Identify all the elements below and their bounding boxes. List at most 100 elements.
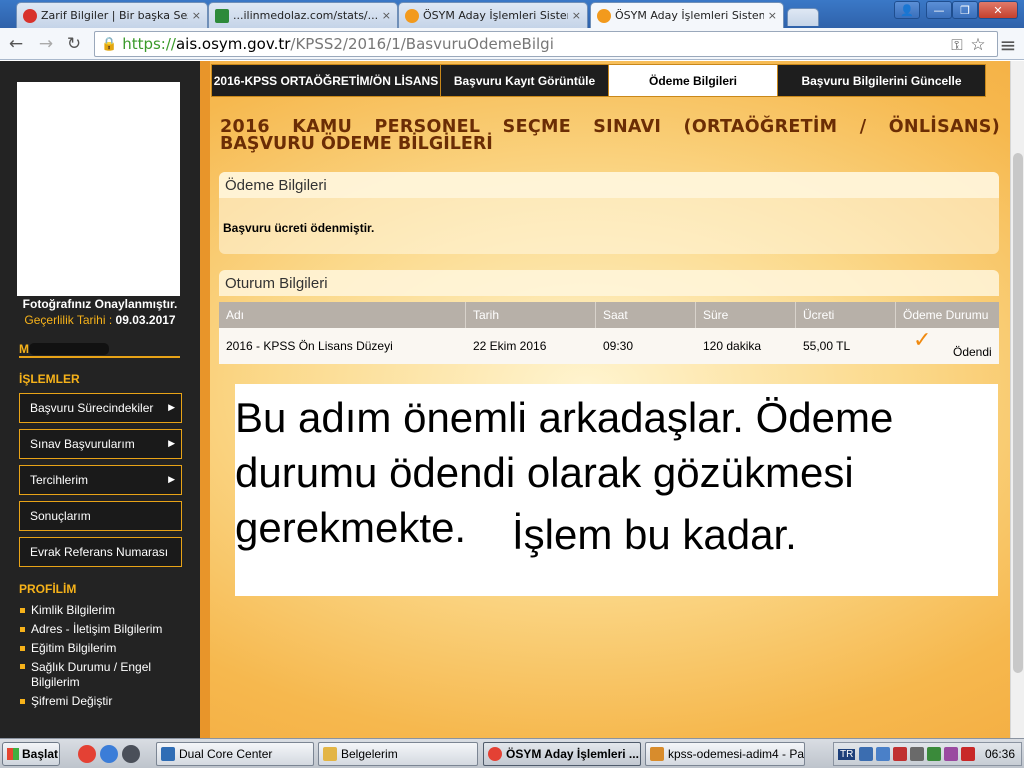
session-table: Adı Tarih Saat Süre Ücreti Ödeme Durumu … — [219, 302, 999, 364]
profil-heading: PROFİLİM — [19, 582, 77, 596]
url-scheme: https:// — [122, 35, 176, 53]
menu-sonuclarim[interactable]: Sonuçlarım — [19, 501, 182, 531]
chrome-icon[interactable] — [78, 745, 96, 763]
menu-evrak-referans-numarasi[interactable]: Evrak Referans Numarası — [19, 537, 182, 567]
payment-message: Başvuru ücreti ödenmiştir. — [223, 221, 375, 235]
profile-link-label: Şifremi Değiştir — [31, 694, 113, 708]
tab-title: ÖSYM Aday İşlemleri Sistemi — [423, 9, 568, 22]
taskbar-item-belgelerim[interactable]: Belgelerim — [318, 742, 478, 766]
back-button[interactable]: ← — [4, 32, 28, 56]
tray-icon[interactable] — [944, 747, 959, 761]
clock[interactable]: 06:36 — [985, 747, 1015, 761]
profile-photo — [17, 82, 180, 296]
profile-link-adres[interactable]: Adres - İletişim Bilgilerim — [19, 622, 194, 636]
cell-status: Ödendi — [953, 345, 992, 359]
profile-link-sifre[interactable]: Şifremi Değiştir — [19, 694, 189, 708]
url-host: ais.osym.gov.tr — [175, 35, 291, 53]
note-line: durumu ödendi olarak gözükmesi — [235, 449, 854, 496]
tray-icon[interactable] — [859, 747, 874, 761]
tab-close-icon[interactable]: × — [572, 9, 581, 22]
sidebar: Fotoğrafınız Onaylanmıştır. Geçerlilik T… — [0, 61, 200, 738]
tab-odeme-bilgileri[interactable]: Ödeme Bilgileri — [609, 65, 778, 96]
address-bar[interactable]: 🔒 https://ais.osym.gov.tr/KPSS2/2016/1/B… — [94, 31, 998, 57]
photo-status: Fotoğrafınız Onaylanmıştır. — [22, 297, 178, 311]
bullet-icon — [20, 627, 25, 632]
bookmark-star-icon[interactable]: ☆ — [966, 33, 990, 57]
browser-tab[interactable]: ÖSYM Aday İşlemleri Sistemi × — [398, 2, 588, 28]
maximize-button[interactable]: ❐ — [952, 1, 978, 19]
tab-basvuru-kayit[interactable]: Başvuru Kayıt Görüntüle — [441, 65, 609, 96]
profile-link-egitim[interactable]: Eğitim Bilgilerim — [19, 641, 189, 655]
tray-icon[interactable] — [961, 747, 976, 761]
cell-fee: 55,00 TL — [803, 339, 851, 353]
menu-icon[interactable]: ≡ — [996, 33, 1020, 57]
user-icon[interactable]: 👤 — [894, 1, 920, 19]
chevron-right-icon: ▶ — [168, 474, 175, 484]
taskbar-item-paint[interactable]: kpss-odemesi-adim4 - Paint — [645, 742, 805, 766]
cell-date: 22 Ekim 2016 — [473, 339, 547, 353]
close-window-button[interactable]: ✕ — [978, 1, 1018, 19]
session-panel-title: Oturum Bilgileri — [219, 270, 999, 296]
taskbar: Başlat Dual Core Center Belgelerim ÖSYM … — [0, 738, 1024, 768]
menu-label: Evrak Referans Numarası — [30, 545, 169, 559]
media-player-icon[interactable] — [122, 745, 140, 763]
menu-sinav-basvurularim[interactable]: Sınav Başvurularım ▶ — [19, 429, 182, 459]
note-text: gerekmekte. — [235, 504, 467, 551]
language-indicator[interactable]: TR — [838, 748, 856, 760]
payment-panel-title: Ödeme Bilgileri — [219, 172, 999, 198]
profile-link-saglik[interactable]: Sağlık Durumu / Engel Bilgilerim — [19, 660, 169, 690]
browser-tab-active[interactable]: ÖSYM Aday İşlemleri Sistemi × — [590, 2, 784, 28]
chrome-icon — [488, 747, 502, 761]
tab-title: Zarif Bilgiler | Bir başka Sezen — [41, 9, 188, 22]
user-name-initial: M — [19, 342, 29, 356]
tab-close-icon[interactable]: × — [382, 9, 391, 22]
tray-icon[interactable] — [893, 747, 908, 761]
column-header: Saat — [596, 302, 696, 328]
column-header: Ödeme Durumu — [903, 308, 989, 322]
taskbar-item-osym[interactable]: ÖSYM Aday İşlemleri ... — [483, 742, 641, 766]
validity-label: Geçerlilik Tarihi : — [24, 313, 113, 327]
browser-tab[interactable]: Zarif Bilgiler | Bir başka Sezen × — [16, 2, 208, 28]
internet-explorer-icon[interactable] — [100, 745, 118, 763]
profile-link-label: Sağlık Durumu / Engel Bilgilerim — [31, 660, 152, 689]
start-button[interactable]: Başlat — [2, 742, 60, 766]
windows-logo-icon — [7, 748, 19, 760]
reload-button[interactable]: ↻ — [62, 32, 86, 56]
new-tab-button[interactable] — [787, 8, 819, 26]
browser-tab[interactable]: ...ilinmedolaz.com/stats/... × — [208, 2, 398, 28]
profile-link-kimlik[interactable]: Kimlik Bilgilerim — [19, 603, 189, 617]
note-text: İşlem bu kadar. — [512, 511, 797, 558]
tray-icon[interactable] — [927, 747, 942, 761]
overlay-note: Bu adım önemli arkadaşlar. Ödeme durumu … — [235, 384, 998, 596]
forward-button[interactable]: → — [34, 32, 58, 56]
url-path: /KPSS2/2016/1/BasvuruOdemeBilgi — [290, 35, 554, 53]
tray-icon[interactable] — [876, 747, 891, 761]
tab-title: ÖSYM Aday İşlemleri Sistemi — [615, 9, 764, 22]
taskbar-item-dual-core-center[interactable]: Dual Core Center — [156, 742, 314, 766]
app-icon — [161, 747, 175, 761]
browser-tab-strip: Zarif Bilgiler | Bir başka Sezen × ...il… — [0, 0, 1024, 28]
system-tray: TR 06:36 — [833, 742, 1022, 766]
tab-close-icon[interactable]: × — [192, 9, 201, 22]
tab-basvuru-guncelle[interactable]: Başvuru Bilgilerini Güncelle — [778, 65, 985, 96]
validity-line: Geçerlilik Tarihi : 09.03.2017 — [0, 313, 200, 327]
bullet-icon — [20, 646, 25, 651]
task-label: kpss-odemesi-adim4 - Paint — [668, 747, 805, 761]
tab-favicon-icon — [215, 8, 229, 23]
bullet-icon — [20, 699, 25, 704]
islemler-heading: İŞLEMLER — [19, 372, 80, 386]
menu-basvuru-surecindekiler[interactable]: Başvuru Sürecindekiler ▶ — [19, 393, 182, 423]
scrollbar-thumb[interactable] — [1013, 153, 1023, 673]
column-header: Tarih — [466, 302, 596, 328]
vertical-scrollbar[interactable] — [1010, 61, 1024, 738]
tray-icon[interactable] — [910, 747, 925, 761]
chevron-right-icon: ▶ — [168, 438, 175, 448]
menu-tercihlerim[interactable]: Tercihlerim ▶ — [19, 465, 182, 495]
bullet-icon — [20, 664, 25, 669]
redaction-scribble — [29, 343, 109, 355]
chevron-right-icon: ▶ — [168, 402, 175, 412]
menu-label: Tercihlerim — [30, 473, 89, 487]
minimize-button[interactable]: — — [926, 1, 952, 19]
tab-close-icon[interactable]: × — [768, 9, 777, 22]
tab-kpss[interactable]: 2016-KPSS ORTAÖĞRETİM/ÖN LİSANS — [212, 65, 441, 96]
